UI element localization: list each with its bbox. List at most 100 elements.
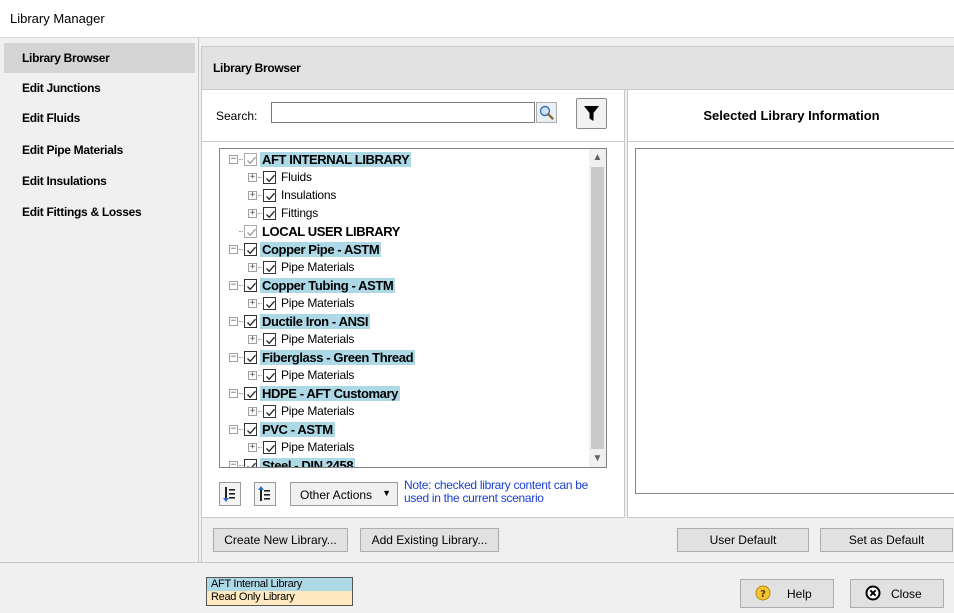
bottom-bar: AFT Internal Library Read Only Library ?… (0, 562, 954, 613)
title-bar: Library Manager (0, 0, 954, 38)
tree-checkbox[interactable] (263, 441, 276, 454)
expand-icon[interactable]: + (248, 443, 257, 452)
tree-checkbox[interactable] (263, 369, 276, 382)
legend-read-only-library: Read Only Library (206, 591, 353, 606)
set-as-default-button[interactable]: Set as Default (820, 528, 953, 552)
other-actions-label: Other Actions (300, 488, 373, 502)
tree-checkbox[interactable] (263, 171, 276, 184)
expand-icon[interactable]: + (248, 371, 257, 380)
magnifier-icon (539, 105, 554, 120)
collapse-icon[interactable]: − (229, 155, 238, 164)
tree-scrollbar[interactable]: ▲ ▼ (589, 149, 606, 467)
tree-checkbox[interactable] (263, 333, 276, 346)
filter-button[interactable] (576, 98, 607, 129)
sidebar-item-edit-pipe-materials[interactable]: Edit Pipe Materials (4, 135, 195, 165)
tree-checkbox[interactable] (244, 351, 257, 364)
add-existing-library-button[interactable]: Add Existing Library... (360, 528, 499, 552)
expand-all-icon (223, 487, 235, 502)
close-label: Close (891, 587, 922, 601)
svg-text:?: ? (760, 589, 766, 600)
expand-icon[interactable]: + (248, 209, 257, 218)
scroll-thumb[interactable] (591, 167, 604, 449)
tree-checkbox[interactable] (263, 405, 276, 418)
collapse-icon[interactable]: − (229, 389, 238, 398)
user-default-button[interactable]: User Default (677, 528, 809, 552)
tree-checkbox[interactable] (263, 207, 276, 220)
help-button[interactable]: ? Help (740, 579, 834, 608)
collapse-icon[interactable]: − (229, 317, 238, 326)
selected-info-header: Selected Library Information (627, 90, 954, 142)
expand-icon[interactable]: + (248, 173, 257, 182)
sidebar-item-edit-junctions[interactable]: Edit Junctions (4, 73, 195, 103)
main-panel: Library Browser Search: Selected Library… (199, 38, 954, 562)
scroll-up-icon[interactable]: ▲ (589, 149, 606, 166)
collapse-icon[interactable]: − (229, 353, 238, 362)
action-button-row: Create New Library... Add Existing Libra… (201, 518, 954, 562)
collapse-all-button[interactable] (254, 482, 276, 506)
tree-item-label[interactable]: Fiberglass - Green Thread (260, 350, 416, 365)
tree-checkbox[interactable] (244, 225, 257, 238)
collapse-all-icon (258, 486, 270, 501)
tree-item-label[interactable]: Insulations (279, 188, 338, 203)
tree-item-label[interactable]: Pipe Materials (279, 404, 356, 419)
sidebar-item-edit-insulations[interactable]: Edit Insulations (4, 166, 195, 196)
expand-icon[interactable]: + (248, 335, 257, 344)
tree-item-label[interactable]: PVC - ASTM (260, 422, 335, 437)
expand-icon[interactable]: + (248, 263, 257, 272)
collapse-icon[interactable]: − (229, 425, 238, 434)
funnel-icon (584, 106, 599, 121)
library-tree[interactable]: − Steel - DIN 2458 + Pipe Materials − PVC - A… (219, 148, 607, 468)
tree-checkbox[interactable] (244, 279, 257, 292)
sidebar-item-edit-fluids[interactable]: Edit Fluids (4, 103, 195, 133)
legend-internal-library: AFT Internal Library (206, 577, 353, 592)
create-new-library-button[interactable]: Create New Library... (213, 528, 348, 552)
tree-checkbox[interactable] (244, 315, 257, 328)
tree-item-label[interactable]: Ductile Iron - ANSI (260, 314, 371, 329)
collapse-icon[interactable]: − (229, 281, 238, 290)
tree-item-label[interactable]: Copper Pipe - ASTM (260, 242, 382, 257)
tree-checkbox[interactable] (244, 153, 257, 166)
expand-icon[interactable]: + (248, 191, 257, 200)
selected-info-title: Selected Library Information (703, 108, 880, 123)
help-label: Help (787, 587, 812, 601)
info-area (627, 142, 954, 518)
tree-item-label[interactable]: Fluids (279, 170, 314, 185)
tree-item-label[interactable]: Pipe Materials (279, 296, 356, 311)
expand-all-button[interactable] (219, 482, 241, 506)
tree-item-label[interactable]: AFT INTERNAL LIBRARY (260, 152, 412, 167)
tree-checkbox[interactable] (244, 387, 257, 400)
tree-checkbox[interactable] (263, 297, 276, 310)
tree-item-label[interactable]: Copper Tubing - ASTM (260, 278, 396, 293)
tree-item-label[interactable]: LOCAL USER LIBRARY (260, 224, 402, 239)
search-input[interactable] (271, 102, 535, 123)
collapse-icon[interactable]: − (229, 461, 238, 467)
tree-item-label[interactable]: Fittings (279, 206, 320, 221)
help-icon: ? (755, 585, 773, 606)
tree-checkbox[interactable] (244, 423, 257, 436)
tree-checkbox[interactable] (263, 189, 276, 202)
tree-checkbox[interactable] (244, 459, 257, 467)
tree-item-label[interactable]: Pipe Materials (279, 332, 356, 347)
tree-item-label[interactable]: Pipe Materials (279, 440, 356, 455)
tree-item-label[interactable]: Steel - DIN 2458 (260, 458, 356, 467)
close-button[interactable]: Close (850, 579, 944, 608)
search-label: Search: (216, 109, 258, 123)
expand-icon[interactable]: + (248, 407, 257, 416)
search-button[interactable] (536, 102, 557, 123)
window-title: Library Manager (10, 11, 105, 26)
tree-area: − Steel - DIN 2458 + Pipe Materials − PVC - A… (201, 142, 625, 518)
tree-checkbox[interactable] (263, 261, 276, 274)
collapse-icon[interactable]: − (229, 245, 238, 254)
sidebar-item-edit-fittings-losses[interactable]: Edit Fittings & Losses (4, 197, 195, 227)
tree-item-label[interactable]: HDPE - AFT Customary (260, 386, 400, 401)
tree-checkbox[interactable] (244, 243, 257, 256)
tree-item-label[interactable]: Pipe Materials (279, 260, 356, 275)
tree-item-label[interactable]: Pipe Materials (279, 368, 356, 383)
other-actions-dropdown[interactable]: Other Actions ▼ (290, 482, 398, 506)
scroll-down-icon[interactable]: ▼ (589, 450, 606, 467)
sidebar: Library Browser Edit Junctions Edit Flui… (0, 38, 199, 562)
sidebar-item-library-browser[interactable]: Library Browser (4, 43, 195, 73)
search-bar: Search: (201, 90, 625, 142)
scenario-note: Note: checked library content can be use… (404, 478, 588, 505)
expand-icon[interactable]: + (248, 299, 257, 308)
